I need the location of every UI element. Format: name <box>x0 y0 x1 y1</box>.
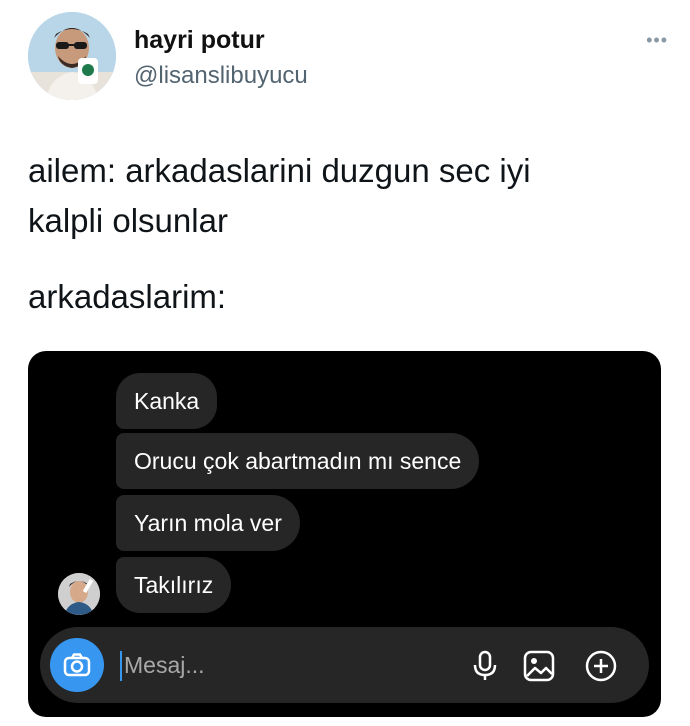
message-bubble[interactable]: Takılırız <box>116 557 232 613</box>
image-icon[interactable] <box>522 649 556 683</box>
tweet-text: ailem: arkadaslarini duzgun sec iyi kalp… <box>28 146 658 322</box>
microphone-icon[interactable] <box>468 649 502 683</box>
message-bubble[interactable]: Orucu çok abartmadın mı sence <box>116 433 480 489</box>
message-bubble[interactable]: Yarın mola ver <box>116 495 300 551</box>
tweet-line-2: kalpli olsunlar <box>28 202 228 239</box>
message-composer: Mesaj... <box>40 627 649 703</box>
more-options-icon[interactable]: ••• <box>646 30 668 51</box>
text-caret <box>120 651 122 681</box>
camera-icon[interactable] <box>50 638 104 692</box>
author-avatar[interactable] <box>28 12 116 100</box>
sender-avatar[interactable] <box>58 573 100 615</box>
tweet-line-1: ailem: arkadaslarini duzgun sec iyi <box>28 152 531 189</box>
tweet-header: hayri potur @lisanslibuyucu ••• <box>28 12 668 102</box>
plus-circle-icon[interactable] <box>584 649 618 683</box>
tweet-line-3: arkadaslarim: <box>28 278 227 315</box>
author-name[interactable]: hayri potur <box>134 26 265 55</box>
author-handle[interactable]: @lisanslibuyucu <box>134 62 308 90</box>
message-bubble[interactable]: Kanka <box>116 373 218 429</box>
message-input[interactable]: Mesaj... <box>124 649 205 681</box>
dm-screenshot: Kanka Orucu çok abartmadın mı sence Yarı… <box>28 351 661 717</box>
